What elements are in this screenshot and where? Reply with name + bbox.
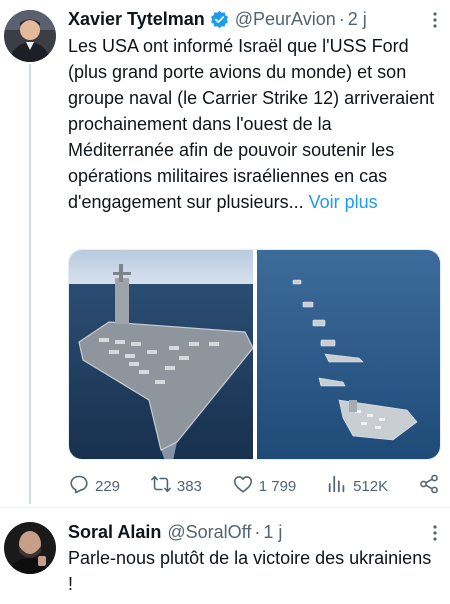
author-name[interactable]: Xavier Tytelman bbox=[68, 9, 205, 30]
like-button[interactable]: 1 799 bbox=[232, 473, 297, 499]
tweet-text: Les USA ont informé Israël que l'USS For… bbox=[68, 33, 440, 215]
reply-author-avatar[interactable] bbox=[4, 522, 56, 574]
analytics-icon bbox=[326, 473, 348, 499]
more-options-icon[interactable] bbox=[426, 9, 444, 31]
retweet-count: 383 bbox=[176, 477, 202, 495]
reply-count: 229 bbox=[95, 477, 121, 495]
retweet-button[interactable]: 383 bbox=[150, 473, 202, 499]
share-button[interactable] bbox=[418, 473, 440, 499]
tweet-time[interactable]: 2 j bbox=[348, 9, 367, 30]
retweet-icon bbox=[150, 473, 172, 499]
tweet-actions: 229 383 1 799 512K bbox=[68, 473, 440, 499]
author-avatar[interactable] bbox=[4, 10, 56, 62]
reply-button[interactable]: 229 bbox=[68, 473, 120, 499]
author-handle[interactable]: @PeurAvion bbox=[235, 9, 336, 30]
views-count: 512K bbox=[353, 477, 389, 495]
share-icon bbox=[418, 473, 440, 499]
verified-badge-icon bbox=[210, 10, 229, 29]
tweet-media[interactable] bbox=[68, 249, 441, 460]
thread-line bbox=[29, 64, 31, 504]
like-count: 1 799 bbox=[258, 477, 297, 495]
reply-icon bbox=[68, 473, 90, 499]
views-button[interactable]: 512K bbox=[326, 473, 388, 499]
tweet-header: Xavier Tytelman @PeurAvion · 2 j bbox=[68, 6, 440, 32]
aircraft-carrier-photo[interactable] bbox=[69, 250, 253, 459]
separator-dot: · bbox=[254, 521, 261, 542]
reply-time[interactable]: 1 j bbox=[263, 522, 282, 543]
tweet-divider bbox=[0, 507, 450, 508]
reply-author-name[interactable]: Soral Alain bbox=[68, 522, 161, 543]
reply-author-handle[interactable]: @SoralOff bbox=[167, 522, 251, 543]
show-more-link[interactable]: Voir plus bbox=[309, 192, 378, 212]
reply-header: Soral Alain @SoralOff · 1 j bbox=[68, 519, 440, 545]
naval-group-formation-photo[interactable] bbox=[256, 250, 440, 459]
more-options-icon[interactable] bbox=[426, 522, 444, 544]
tweet-body: Les USA ont informé Israël que l'USS For… bbox=[68, 36, 435, 212]
heart-icon bbox=[232, 473, 254, 499]
reply-text: Parle-nous plutôt de la victoire des ukr… bbox=[68, 548, 432, 594]
separator-dot: · bbox=[338, 8, 345, 29]
